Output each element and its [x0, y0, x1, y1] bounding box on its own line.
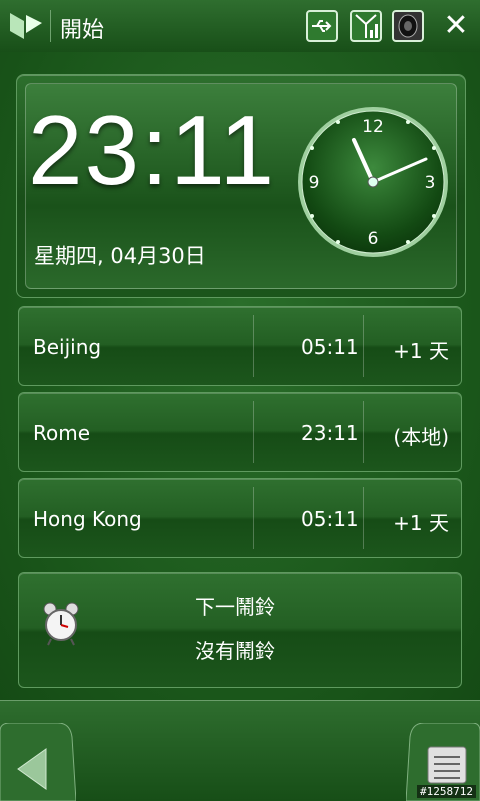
world-clock-row[interactable]: Hong Kong 05:11 +1 天: [18, 478, 462, 558]
city-name: Hong Kong: [33, 507, 142, 531]
dial-label-9: 9: [309, 173, 320, 193]
row-divider: [253, 487, 254, 549]
close-icon: ✕: [443, 8, 469, 43]
page-title[interactable]: 開始: [60, 12, 104, 44]
analog-clock: 12 3 6 9: [298, 107, 448, 257]
world-clock-row[interactable]: Rome 23:11 (本地): [18, 392, 462, 472]
city-name: Beijing: [33, 335, 102, 359]
title-bar: 開始 ✕: [0, 0, 480, 53]
city-time: 23:11: [301, 421, 359, 445]
dial-label-6: 6: [368, 229, 379, 249]
dial-label-12: 12: [362, 117, 384, 137]
speaker-icon[interactable]: [392, 10, 424, 42]
start-logo-icon[interactable]: [6, 9, 46, 43]
row-divider: [253, 315, 254, 377]
close-button[interactable]: ✕: [440, 8, 472, 44]
back-button[interactable]: [0, 723, 76, 801]
city-time: 05:11: [301, 335, 359, 359]
row-divider: [363, 315, 364, 377]
date-text: 星期四, 04月30日: [34, 244, 206, 268]
row-divider: [253, 401, 254, 463]
row-divider: [363, 401, 364, 463]
menu-icon: [427, 746, 467, 784]
city-offset: +1 天: [393, 511, 449, 535]
digital-time: 23:11: [28, 95, 276, 205]
world-clock-row[interactable]: Beijing 05:11 +1 天: [18, 306, 462, 386]
city-time: 05:11: [301, 507, 359, 531]
row-divider: [363, 487, 364, 549]
usb-icon[interactable]: [306, 10, 338, 42]
alarm-clock-icon: [43, 602, 79, 646]
alarm-panel[interactable]: 下一鬧鈴 沒有鬧鈴: [18, 572, 462, 688]
city-name: Rome: [33, 421, 91, 445]
alarm-value: 沒有鬧鈴: [195, 639, 275, 663]
city-offset: +1 天: [393, 339, 449, 363]
alarm-label: 下一鬧鈴: [195, 595, 275, 619]
title-divider: [50, 10, 51, 42]
dial-label-3: 3: [425, 173, 436, 193]
signal-icon[interactable]: [350, 10, 382, 42]
watermark: #1258712: [417, 785, 476, 798]
city-offset: (本地): [393, 425, 449, 449]
soft-key-bar: [0, 700, 480, 801]
